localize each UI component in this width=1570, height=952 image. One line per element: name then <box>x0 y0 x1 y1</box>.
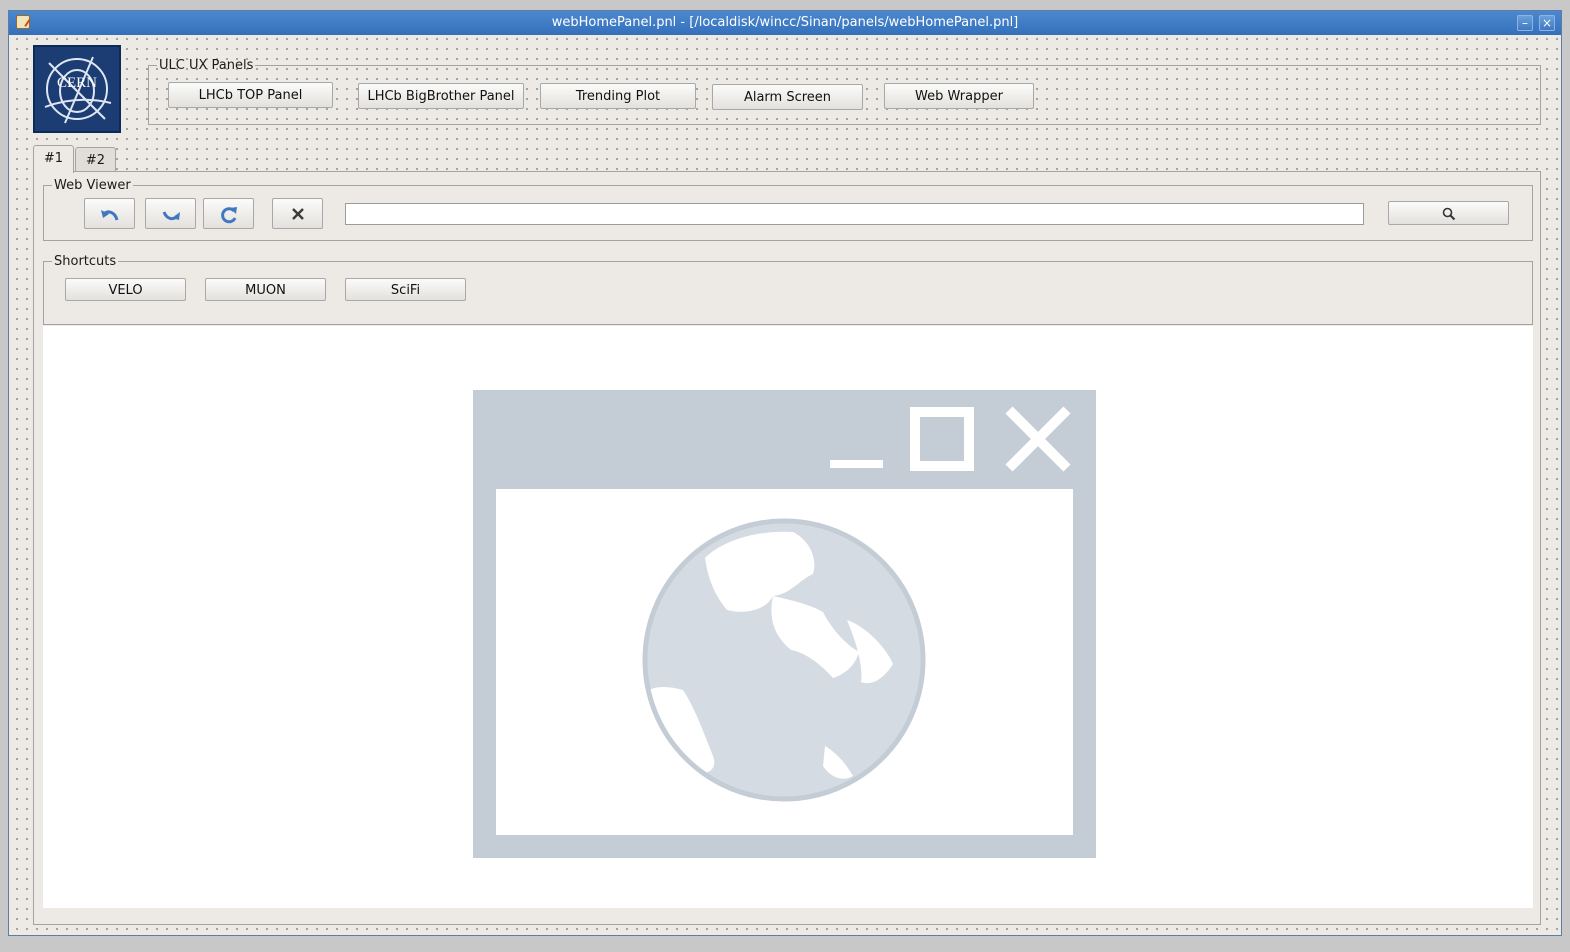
tab-2[interactable]: #2 <box>75 147 116 173</box>
shortcut-muon-button[interactable]: MUON <box>205 278 326 301</box>
reload-icon <box>220 207 237 224</box>
app-icon <box>16 15 30 29</box>
panel-window: webHomePanel.pnl - [/localdisk/wincc/Sin… <box>8 10 1562 936</box>
lhcb-top-panel-button[interactable]: LHCb TOP Panel <box>168 82 333 108</box>
tab-page-1: Web Viewer Shortcuts VELO MUON SciFi <box>33 171 1541 925</box>
undo-arrow-icon <box>100 210 118 221</box>
lhcb-bigbrother-panel-button[interactable]: LHCb BigBrother Panel <box>358 83 524 109</box>
shortcut-velo-button[interactable]: VELO <box>65 278 186 301</box>
stop-button[interactable] <box>272 198 323 229</box>
search-button[interactable] <box>1388 201 1509 225</box>
tab-1[interactable]: #1 <box>33 145 74 173</box>
redo-arrow-icon <box>162 211 180 221</box>
url-input[interactable] <box>345 203 1364 225</box>
shortcuts-legend: Shortcuts <box>54 254 117 269</box>
cern-logo: CERN <box>33 45 121 133</box>
window-title: webHomePanel.pnl - [/localdisk/wincc/Sin… <box>551 15 1019 30</box>
back-button[interactable] <box>84 198 135 229</box>
forward-button[interactable] <box>145 198 196 229</box>
web-browser-globe-icon <box>473 390 1096 858</box>
web-view[interactable] <box>43 326 1533 908</box>
shortcut-scifi-button[interactable]: SciFi <box>345 278 466 301</box>
title-bar[interactable]: webHomePanel.pnl - [/localdisk/wincc/Sin… <box>9 11 1561 35</box>
close-window-button[interactable]: × <box>1539 15 1555 31</box>
minimize-button[interactable]: – <box>1517 15 1533 31</box>
ux-panels-legend: ULC UX Panels <box>159 58 254 73</box>
reload-button[interactable] <box>203 198 254 229</box>
trending-plot-button[interactable]: Trending Plot <box>540 83 696 109</box>
web-wrapper-button[interactable]: Web Wrapper <box>884 83 1034 109</box>
alarm-screen-button[interactable]: Alarm Screen <box>712 84 863 110</box>
web-viewer-legend: Web Viewer <box>54 178 131 193</box>
close-icon <box>291 208 304 220</box>
search-icon <box>1442 207 1455 221</box>
cern-logo-graphic: CERN <box>44 56 112 124</box>
cern-logo-text: CERN <box>57 75 97 91</box>
